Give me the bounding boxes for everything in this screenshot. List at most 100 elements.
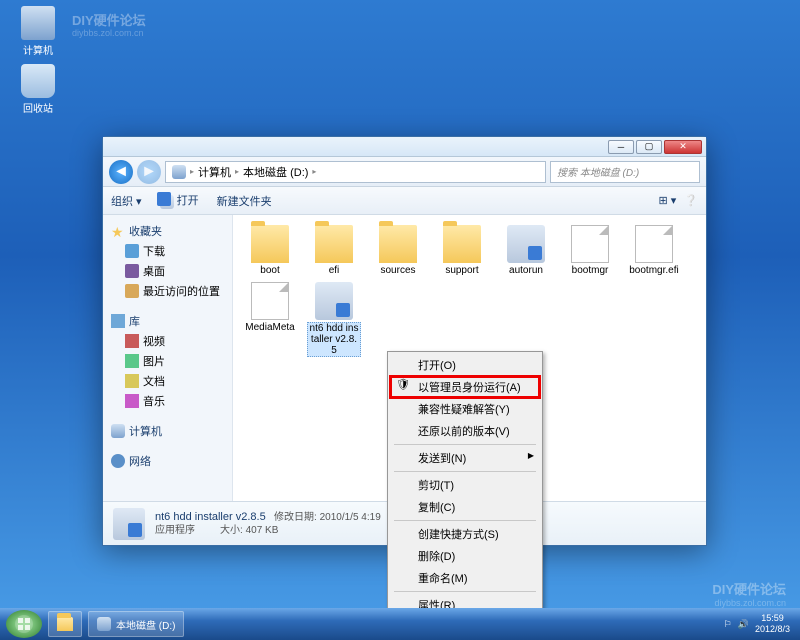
folder-icon [443,225,481,263]
tray-flag-icon[interactable]: ⚐ [724,619,732,630]
menu-item-label: 重命名(M) [418,573,468,585]
toolbar-open[interactable]: 打开 [160,192,199,208]
clock-time: 15:59 [755,613,790,624]
desktop-icon-computer[interactable]: 计算机 [8,6,68,57]
menu-separator [394,520,536,521]
view-button[interactable]: ⊞ ▾ [659,194,677,207]
menu-separator [394,444,536,445]
drive-icon [172,165,186,179]
file-label: boot [259,265,280,276]
menu-item-label: 复制(C) [418,502,455,514]
drive-icon [97,617,111,631]
menu-item[interactable]: 删除(D) [390,545,540,567]
start-button[interactable] [6,610,42,638]
file-item[interactable]: support [435,225,489,276]
menu-item-label: 发送到(N) [418,453,466,465]
system-tray: ⚐ 🔊 15:59 2012/8/3 [724,613,794,635]
file-item[interactable]: bootmgr.efi [627,225,681,276]
sidebar-network[interactable]: 网络 [107,451,228,471]
menu-item[interactable]: 发送到(N) ▶ [390,447,540,469]
toolbar-organize[interactable]: 组织 ▾ [111,193,142,209]
minimize-button[interactable]: ─ [608,140,634,154]
sidebar-favorites[interactable]: ★收藏夹 [107,221,228,241]
computer-icon [21,6,55,40]
sidebar-item-docs[interactable]: 文档 [107,371,228,391]
menu-item-label: 兼容性疑难解答(Y) [418,404,510,416]
menu-item[interactable]: 创建快捷方式(S) [390,523,540,545]
clock[interactable]: 15:59 2012/8/3 [755,613,794,635]
crumb-drive[interactable]: 本地磁盘 (D:) [243,164,308,180]
file-item[interactable]: nt6 hdd installer v2.8.5 [307,282,361,357]
file-label: autorun [508,265,544,276]
library-icon [111,314,125,328]
folder-icon [315,225,353,263]
menu-item[interactable]: 复制(C) [390,496,540,518]
file-item[interactable]: MediaMeta [243,282,297,357]
desktop-icon-recyclebin[interactable]: 回收站 [8,64,68,115]
sidebar-computer[interactable]: 计算机 [107,421,228,441]
menu-item[interactable]: 重命名(M) [390,567,540,589]
file-item[interactable]: bootmgr [563,225,617,276]
menu-item[interactable]: 还原以前的版本(V) [390,420,540,442]
sidebar-item-desktop[interactable]: 桌面 [107,261,228,281]
picture-icon [125,354,139,368]
close-button[interactable]: ✕ [664,140,702,154]
folder-icon [251,225,289,263]
video-icon [125,334,139,348]
sidebar-item-videos[interactable]: 视频 [107,331,228,351]
menu-item[interactable]: 剪切(T) [390,474,540,496]
file-item[interactable]: autorun [499,225,553,276]
open-icon [160,195,174,209]
back-button[interactable]: ◄ [109,160,133,184]
menu-item[interactable]: 以管理员身份运行(A) [390,376,540,398]
file-icon [571,225,609,263]
tray-volume-icon[interactable]: 🔊 [738,619,749,630]
sidebar-item-music[interactable]: 音乐 [107,391,228,411]
breadcrumb[interactable]: ▸ 计算机 ▸ 本地磁盘 (D:) ▸ [165,161,546,183]
titlebar[interactable]: ─ ▢ ✕ [103,137,706,157]
menu-item-label: 剪切(T) [418,480,454,492]
taskbar-item-drive[interactable]: 本地磁盘 (D:) [88,611,184,637]
file-item[interactable]: efi [307,225,361,276]
network-icon [111,454,125,468]
menu-item-label: 还原以前的版本(V) [418,426,510,438]
context-menu: 打开(O) 以管理员身份运行(A) 兼容性疑难解答(Y) 还原以前的版本(V) 发送到(… [387,351,543,619]
toolbar: 组织 ▾ 打开 新建文件夹 ⊞ ▾ ❔ [103,187,706,215]
chevron-right-icon: ▶ [528,451,534,460]
crumb-computer[interactable]: 计算机 [198,164,231,180]
toolbar-newfolder[interactable]: 新建文件夹 [217,193,272,209]
menu-item[interactable]: 兼容性疑难解答(Y) [390,398,540,420]
exe-icon [315,282,353,320]
sidebar-item-recent[interactable]: 最近访问的位置 [107,281,228,301]
watermark-url: diybbs.zol.com.cn [714,598,786,608]
file-label: nt6 hdd installer v2.8.5 [307,322,361,357]
sidebar-item-pictures[interactable]: 图片 [107,351,228,371]
menu-item-label: 打开(O) [418,360,456,372]
exe-icon [507,225,545,263]
address-bar: ◄ ► ▸ 计算机 ▸ 本地磁盘 (D:) ▸ 搜索 本地磁盘 (D:) [103,157,706,187]
watermark-title: DIY硬件论坛 [712,579,786,598]
search-input[interactable]: 搜索 本地磁盘 (D:) [550,161,700,183]
file-pane[interactable]: boot efisourcessupport autorun bootmgrbootm… [233,215,706,501]
shield-icon [396,378,410,392]
help-button[interactable]: ❔ [684,194,698,207]
taskbar-item-explorer[interactable] [48,611,82,637]
maximize-button[interactable]: ▢ [636,140,662,154]
taskbar-item-label: 本地磁盘 (D:) [116,617,175,632]
file-label: MediaMeta [244,322,295,333]
forward-button[interactable]: ► [137,160,161,184]
menu-separator [394,591,536,592]
folder-icon [379,225,417,263]
menu-item[interactable]: 打开(O) [390,354,540,376]
file-item[interactable]: boot [243,225,297,276]
explorer-window: ─ ▢ ✕ ◄ ► ▸ 计算机 ▸ 本地磁盘 (D:) ▸ 搜索 本地磁盘 (D… [102,136,707,546]
sidebar: ★收藏夹 下载 桌面 最近访问的位置 库 视频 图片 文档 音乐 计算机 网络 [103,215,233,501]
computer-icon [111,424,125,438]
sidebar-libraries[interactable]: 库 [107,311,228,331]
file-item[interactable]: sources [371,225,425,276]
recyclebin-icon [21,64,55,98]
sidebar-item-downloads[interactable]: 下载 [107,241,228,261]
recent-icon [125,284,139,298]
menu-item-label: 创建快捷方式(S) [418,529,499,541]
menu-item-label: 删除(D) [418,551,455,563]
